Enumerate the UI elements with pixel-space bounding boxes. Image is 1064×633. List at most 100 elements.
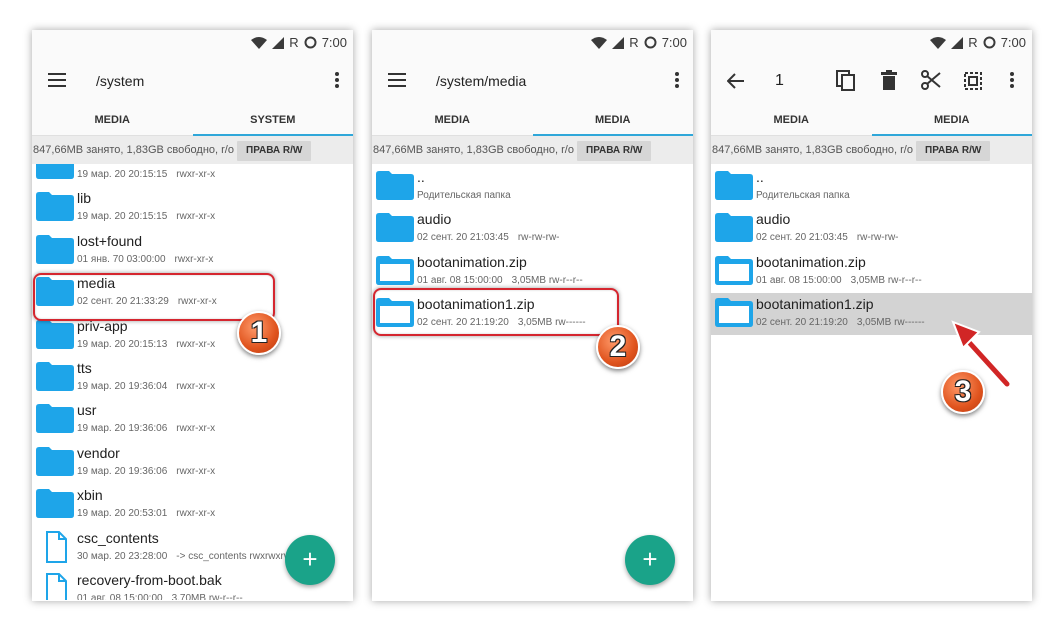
file-name: audio [756,211,791,228]
file-date: 01 янв. 70 03:00:00 [77,253,166,265]
tab-system[interactable]: SYSTEM [192,108,354,136]
folder-icon [36,164,74,184]
tab-bar: MEDIA MEDIA [372,108,693,136]
file-permissions: 3,05MB rw-r--r-- [511,274,583,286]
file-meta: Родительская папка [417,190,520,201]
folder-icon [715,212,753,247]
folder-icon [36,446,74,481]
folder-icon [36,319,74,354]
file-name: audio [417,211,452,228]
file-date: Родительская папка [756,190,850,201]
file-name: lost+found [77,232,142,249]
file-name: lib [77,190,92,207]
file-permissions: rwxr-xr-x [176,381,216,392]
zip-icon [715,297,753,332]
signal-icon [612,36,625,49]
file-date: 19 мар. 20 20:53:01 [77,508,168,520]
add-fab-button[interactable]: + [625,535,675,585]
folder-icon [36,488,74,523]
rw-permissions-button[interactable]: ПРАВА R/W [237,141,312,161]
file-permissions: 3,05MB rw-r--r-- [850,274,922,286]
file-meta: 01 авг. 08 15:00:00 3,05MB rw-r--r-- [417,275,583,286]
file-icon [36,530,74,568]
file-name: bootanimation.zip [417,253,527,270]
cut-icon[interactable] [921,70,941,90]
step-badge-2: 2 [596,325,640,369]
zip-icon [376,255,414,290]
do-not-disturb-icon [644,36,657,49]
highlight-media-folder [33,273,275,321]
file-row[interactable]: tts 19 мар. 20 19:36:04 rwxr-xr-x [32,357,353,399]
storage-info-bar: 847,66MB занято, 1,83GB свободно, r/o ПР… [372,136,693,164]
hamburger-menu-icon[interactable] [388,73,406,87]
file-row[interactable]: xbin 19 мар. 20 20:53:01 rwxr-xr-x [32,484,353,526]
tab-media-left[interactable]: MEDIA [372,108,533,135]
tab-media-left[interactable]: MEDIA [711,108,872,135]
file-row[interactable]: lost+found 01 янв. 70 03:00:00 rwxr-xr-x [32,230,353,272]
file-date: 19 мар. 20 20:15:15 [77,169,168,180]
more-options-icon[interactable] [675,72,679,88]
folder-icon [376,170,414,205]
file-icon [36,573,74,600]
file-date: 02 сент. 20 21:03:45 [417,232,509,244]
current-path: /system/media [436,73,527,89]
file-date: 19 мар. 20 19:36:06 [77,423,168,435]
file-row[interactable]: audio 02 сент. 20 21:03:45 rw-rw-rw- [711,208,1032,250]
status-bar: R 7:00 [372,30,693,56]
file-permissions: 3,05MB rw------ [856,317,925,329]
carrier-label: R [968,35,978,50]
file-meta: 01 янв. 70 03:00:00 rwxr-xr-x [77,254,213,265]
folder-icon [36,361,74,396]
file-row[interactable]: .. Родительская папка [372,166,693,208]
file-row[interactable]: bootanimation.zip 01 авг. 08 15:00:00 3,05… [711,251,1032,293]
do-not-disturb-icon [304,36,317,49]
hamburger-menu-icon[interactable] [48,73,66,87]
file-permissions: 3,70MB rw-r--r-- [171,593,243,600]
storage-info-bar: 847,66MB занято, 1,83GB свободно, r/o ПР… [711,136,1032,164]
file-date: 01 авг. 08 15:00:00 [77,593,163,600]
signal-icon [272,36,285,49]
file-row[interactable]: bootanimation.zip 01 авг. 08 15:00:00 3,05… [372,251,693,293]
file-permissions: rw-rw-rw- [517,232,560,244]
file-name: csc_contents [77,529,159,546]
file-row[interactable]: audio 02 сент. 20 21:03:45 rw-rw-rw- [372,208,693,250]
storage-info-bar: 847,66MB занято, 1,83GB свободно, r/o ПР… [32,136,353,164]
tab-media[interactable]: MEDIA [32,108,193,135]
back-arrow-icon[interactable] [727,73,745,89]
select-all-icon[interactable] [964,72,982,90]
file-date: 02 сент. 20 21:03:45 [756,232,848,244]
folder-icon [36,191,74,226]
file-row[interactable]: .. Родительская папка [711,166,1032,208]
tab-media-right[interactable]: MEDIA [871,108,1033,136]
copy-icon[interactable] [836,70,856,92]
folder-icon [715,170,753,205]
file-meta: 19 мар. 20 19:36:06 rwxr-xr-x [77,466,215,477]
selection-action-bar: 1 [711,56,1032,108]
file-row[interactable]: 19 мар. 20 20:15:15 rwxr-xr-x [32,164,353,187]
tutorial-canvas: R 7:00 /system MEDIA SYSTEM 847,66MB зан… [0,0,1064,633]
wifi-icon [591,36,608,49]
delete-icon[interactable] [881,70,897,90]
add-fab-button[interactable]: + [285,535,335,585]
rw-permissions-button[interactable]: ПРАВА R/W [916,141,991,161]
tab-bar: MEDIA MEDIA [711,108,1032,136]
file-permissions: rwxr-xr-x [176,211,216,223]
file-date: 02 сент. 20 21:19:20 [756,317,848,329]
file-name: recovery-from-boot.bak [77,572,222,588]
file-permissions: rwxr-xr-x [174,253,214,265]
tab-media-right[interactable]: MEDIA [532,108,694,136]
file-permissions: rwxr-xr-x [176,169,216,180]
file-meta: 30 мар. 20 23:28:00 -> csc_contents rwxrw… [77,551,296,562]
selected-count: 1 [775,72,784,89]
rw-permissions-button[interactable]: ПРАВА R/W [577,141,652,161]
file-row[interactable]: vendor 19 мар. 20 19:36:06 rwxr-xr-x [32,442,353,484]
file-permissions: rwxr-xr-x [176,423,216,435]
file-date: 01 авг. 08 15:00:00 [417,274,503,286]
file-row[interactable]: usr 19 мар. 20 19:36:06 rwxr-xr-x [32,399,353,441]
more-options-icon[interactable] [1010,72,1014,88]
file-meta: 02 сент. 20 21:03:45 rw-rw-rw- [417,232,560,243]
clock: 7:00 [661,35,687,50]
more-options-icon[interactable] [335,72,339,88]
file-row[interactable]: lib 19 мар. 20 20:15:15 rwxr-xr-x [32,187,353,229]
file-name: tts [77,360,92,376]
